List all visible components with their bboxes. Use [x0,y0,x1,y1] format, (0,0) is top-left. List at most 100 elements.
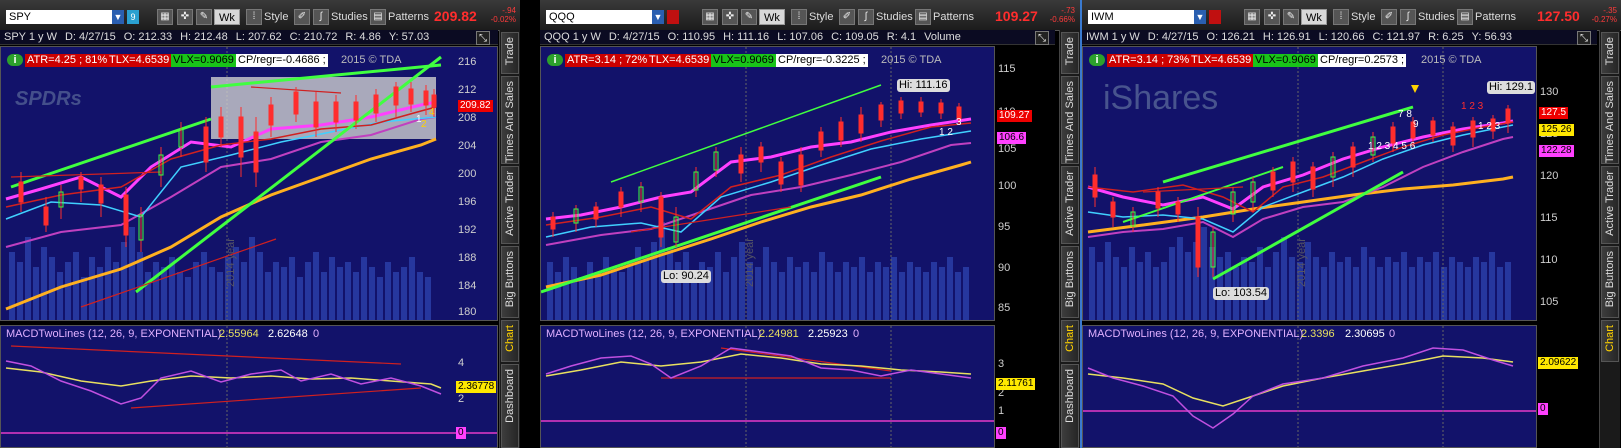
price-chart[interactable]: 2014 year iShares 1 2 3 4 5 6 7 8 9 1 2 … [1082,46,1537,321]
symbol-dropdown-icon[interactable]: ▼ [652,10,664,24]
expand-icon[interactable]: ⤡ [1035,31,1049,45]
link-icon[interactable] [1209,10,1221,24]
aggregation-button[interactable]: Wk [214,9,240,25]
link-badge[interactable]: 9 [127,10,139,24]
studies-button[interactable]: Studies [876,11,913,23]
macd-tick: 3 [998,358,1005,370]
style-icon[interactable]: ⁞ [791,9,807,25]
y-tick: 120 [1540,170,1559,182]
studies-icon[interactable]: ∫ [1400,9,1416,25]
pencil-icon[interactable]: ✐ [294,9,310,25]
macd-chart[interactable]: MACDTwoLines (12, 26, 9, EXPONENTIAL) 2.… [0,325,498,448]
patterns-button[interactable]: Patterns [933,11,974,23]
wrench-icon[interactable]: ✎ [741,9,757,25]
tab-times-and-sales[interactable]: Times And Sales [501,76,519,164]
expand-icon[interactable]: ⤡ [476,31,490,45]
info-icon[interactable]: i [547,54,563,66]
symbol-input[interactable]: SPY [6,10,124,24]
patterns-icon[interactable]: ▤ [1457,9,1473,25]
tab-big-buttons[interactable]: Big Buttons [1061,246,1079,318]
studies-button[interactable]: Studies [1418,11,1455,23]
info-icon[interactable]: i [1089,54,1105,66]
range-label: R: 4.1 [886,31,917,43]
tab-times-and-sales[interactable]: Times And Sales [1601,76,1619,164]
tab-times-and-sales[interactable]: Times And Sales [1061,76,1079,164]
style-button[interactable]: Style [264,11,288,23]
side-tabs: Trade Times And Sales Active Trader Big … [499,30,520,448]
y-tick: 115 [1540,212,1558,224]
chart-panel-iwm: IWM ▼ ▦ ✜ ✎ Wk ⁞ Style ✐ ∫ Studies ▤ Pat… [1080,0,1621,448]
pencil-icon[interactable]: ✐ [839,9,855,25]
expand-icon[interactable]: ⤡ [1577,31,1591,45]
y-tick: 200 [458,168,477,180]
link-icon[interactable] [667,10,679,24]
tab-active-trader[interactable]: Active Trader [1601,166,1619,244]
wrench-icon[interactable]: ✎ [1283,9,1299,25]
tab-chart[interactable]: Chart [501,320,519,362]
style-icon[interactable]: ⁞ [246,9,262,25]
patterns-icon[interactable]: ▤ [915,9,931,25]
drawing-tool-icon[interactable]: ▦ [702,9,718,25]
symbol-input[interactable]: IWM [1088,10,1206,24]
price-chart[interactable]: 2014 year SPDRs 124 i ATR=4.25 ; 81% TLX… [0,46,498,321]
svg-text:1 2: 1 2 [939,127,953,138]
pencil-icon[interactable]: ✐ [1381,9,1397,25]
macd-tag: 2.09622 [1538,357,1579,369]
patterns-button[interactable]: Patterns [1475,11,1516,23]
price-chart-svg: 2014 year SPDRs 1 24 [5,47,442,320]
macd-value-2: 2.30695 [1345,328,1385,340]
tab-trade[interactable]: Trade [501,32,519,74]
last-price: 127.50 [1537,8,1580,24]
low-label: L: 207.62 [235,31,282,43]
lo-label: Lo: 103.54 [1213,287,1269,300]
crosshair-icon[interactable]: ✜ [722,9,738,25]
patterns-button[interactable]: Patterns [388,11,429,23]
macd-chart[interactable]: MACDTwoLines (12, 26, 9, EXPONENTIAL) 2.… [1082,325,1537,448]
symbol-dropdown-icon[interactable]: ▼ [112,10,124,24]
drawing-tool-icon[interactable]: ▦ [1244,9,1260,25]
drawing-tool-icon[interactable]: ▦ [157,9,173,25]
tab-chart[interactable]: Chart [1061,320,1079,362]
price-change: -.35 -0.27% [1591,6,1617,24]
y-tick: 130 [1540,86,1559,98]
symbol-dropdown-icon[interactable]: ▼ [1194,10,1206,24]
tab-big-buttons[interactable]: Big Buttons [501,246,519,318]
open-label: O: 126.21 [1206,31,1255,43]
close-label: C: 210.72 [289,31,338,43]
aggregation-button[interactable]: Wk [1301,9,1327,25]
studies-icon[interactable]: ∫ [313,9,329,25]
aggregation-button[interactable]: Wk [759,9,785,25]
svg-text:1 2 3 4 5 6: 1 2 3 4 5 6 [1368,141,1416,152]
style-button[interactable]: Style [809,11,833,23]
y-tick: 188 [458,252,477,264]
macd-svg [541,326,994,447]
macd-svg [1083,326,1536,447]
tab-big-buttons[interactable]: Big Buttons [1601,246,1619,318]
tab-trade[interactable]: Trade [1601,32,1619,74]
y-tick: 105 [1540,296,1559,308]
price-chart[interactable]: 2014 year 1 23 i ATR=3.14 ; 72% TLX=4.65… [540,46,995,321]
tab-active-trader[interactable]: Active Trader [501,166,519,244]
studies-button[interactable]: Studies [331,11,368,23]
atr-badge: ATR=3.14 ; 73% [1107,54,1192,67]
macd-chart[interactable]: MACDTwoLines (12, 26, 9, EXPONENTIAL) 2.… [540,325,995,448]
macd-value-2: 2.25923 [808,328,848,340]
price-tag: 209.82 [458,100,493,112]
style-icon[interactable]: ⁞ [1333,9,1349,25]
style-button[interactable]: Style [1351,11,1375,23]
wrench-icon[interactable]: ✎ [196,9,212,25]
tab-active-trader[interactable]: Active Trader [1061,166,1079,244]
crosshair-icon[interactable]: ✜ [1264,9,1280,25]
tab-trade[interactable]: Trade [1061,32,1079,74]
info-icon[interactable]: i [7,54,23,66]
crosshair-icon[interactable]: ✜ [177,9,193,25]
tab-chart[interactable]: Chart [1601,320,1619,362]
symbol-input[interactable]: QQQ [546,10,664,24]
side-tabs: Trade Times And Sales Active Trader Big … [1599,30,1620,448]
patterns-icon[interactable]: ▤ [370,9,386,25]
studies-icon[interactable]: ∫ [858,9,874,25]
tab-dashboard[interactable]: Dashboard [501,364,519,448]
cpregr-badge: CP/regr=0.2573 ; [1318,54,1407,67]
macd-label: MACDTwoLines (12, 26, 9, EXPONENTIAL) [1088,328,1304,340]
tab-dashboard[interactable]: Dashboard [1061,364,1079,448]
